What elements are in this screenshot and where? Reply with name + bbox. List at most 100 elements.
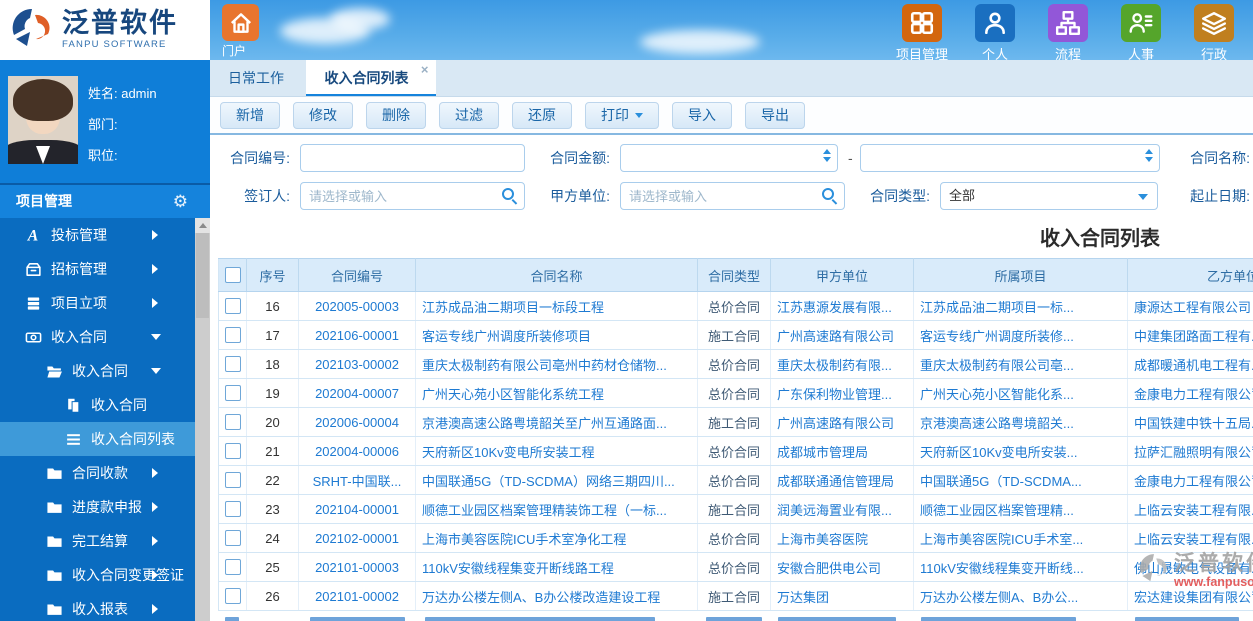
row-checkbox[interactable] <box>224 414 241 431</box>
cell-name[interactable]: 客运专线广州调度所装修项目 <box>415 320 698 350</box>
sidebar-item-10-收入合同变更签证[interactable]: 收入合同变更签证 <box>0 558 210 592</box>
cell-project[interactable]: 上海市美容医院ICU手术室... <box>913 523 1128 553</box>
sidebar-item-9-完工结算[interactable]: 完工结算 <box>0 524 210 558</box>
cell-project[interactable]: 江苏成品油二期项目一标... <box>913 291 1128 321</box>
gear-icon[interactable] <box>173 185 188 218</box>
cell-party_b[interactable]: 中国铁建中铁十五局... <box>1127 407 1253 437</box>
toolbar-import-button[interactable]: 导入 <box>672 101 732 129</box>
cell-project[interactable]: 万达办公楼左侧A、B办公... <box>913 581 1128 611</box>
cell-party_a[interactable]: 江苏惠源发展有限... <box>770 291 914 321</box>
cell-project[interactable]: 客运专线广州调度所装修... <box>913 320 1128 350</box>
cell-name[interactable]: 天府新区10Kv变电所安装工程 <box>415 436 698 466</box>
toolbar-new-button[interactable]: 新增 <box>220 101 280 129</box>
sidebar-item-7-合同收款[interactable]: 合同收款 <box>0 456 210 490</box>
cell-party_a[interactable]: 上海市美容医院 <box>770 523 914 553</box>
select-all-checkbox[interactable] <box>224 267 241 284</box>
cell-party_b[interactable]: 金康电力工程有限公司 <box>1127 378 1253 408</box>
nav-item-hr[interactable]: 人事 <box>1112 4 1170 63</box>
cell-party_b[interactable]: 宏达建设集团有限公司 <box>1127 581 1253 611</box>
toolbar-filter-button[interactable]: 过滤 <box>439 101 499 129</box>
number-spinner-icon[interactable] <box>823 149 831 162</box>
cell-project[interactable]: 110kV安徽线程集变开断线... <box>913 552 1128 582</box>
cell-party_a[interactable]: 万达集团 <box>770 581 914 611</box>
cell-name[interactable]: 江苏成品油二期项目一标段工程 <box>415 291 698 321</box>
cell-party_b[interactable]: 上临云安装工程有限... <box>1127 523 1253 553</box>
cell-party_b[interactable]: 上临云安装工程有限... <box>1127 494 1253 524</box>
cell-project[interactable]: 顺德工业园区档案管理精... <box>913 494 1128 524</box>
row-checkbox[interactable] <box>224 530 241 547</box>
sidebar-item-6-收入合同列表[interactable]: 收入合同列表 <box>0 422 210 456</box>
cell-code[interactable]: 202102-00001 <box>298 523 416 553</box>
scroll-up-arrow-icon[interactable] <box>195 218 210 233</box>
scrollbar-thumb[interactable] <box>196 233 209 318</box>
search-icon[interactable] <box>822 188 837 203</box>
search-icon[interactable] <box>502 188 517 203</box>
tab-daily-work[interactable]: 日常工作 <box>210 60 302 96</box>
cell-code[interactable]: 202004-00006 <box>298 436 416 466</box>
amount-to-input[interactable] <box>860 144 1160 172</box>
cell-party_b[interactable]: 金康电力工程有限公司 <box>1127 465 1253 495</box>
sidebar-item-11-收入报表[interactable]: 收入报表 <box>0 592 210 621</box>
cell-name[interactable]: 广州天心苑小区智能化系统工程 <box>415 378 698 408</box>
sidebar-item-3-收入合同[interactable]: 收入合同 <box>0 320 210 354</box>
row-checkbox[interactable] <box>224 298 241 315</box>
cell-party_a[interactable]: 成都城市管理局 <box>770 436 914 466</box>
toolbar-delete-button[interactable]: 删除 <box>366 101 426 129</box>
cell-code[interactable]: SRHT-中国联... <box>298 465 416 495</box>
cell-party_b[interactable]: 中建集团路面工程有... <box>1127 320 1253 350</box>
cell-party_a[interactable]: 成都联通通信管理局 <box>770 465 914 495</box>
row-checkbox[interactable] <box>224 501 241 518</box>
nav-item-process[interactable]: 流程 <box>1039 4 1097 63</box>
cell-party_b[interactable]: 成都暖通机电工程有... <box>1127 349 1253 379</box>
sidebar-item-2-项目立项[interactable]: 项目立项 <box>0 286 210 320</box>
row-checkbox[interactable] <box>224 559 241 576</box>
tab-income-contract-list[interactable]: 收入合同列表 <box>306 60 437 96</box>
toolbar-export-button[interactable]: 导出 <box>745 101 805 129</box>
cell-party_b[interactable]: 拉萨汇融照明有限公司 <box>1127 436 1253 466</box>
sidebar-item-1-招标管理[interactable]: 招标管理 <box>0 252 210 286</box>
close-icon[interactable] <box>421 63 429 76</box>
cell-code[interactable]: 202004-00007 <box>298 378 416 408</box>
cell-code[interactable]: 202103-00002 <box>298 349 416 379</box>
cell-project[interactable]: 京港澳高速公路粤境韶关... <box>913 407 1128 437</box>
nav-item-project-management[interactable]: 项目管理 <box>893 4 951 63</box>
cell-code[interactable]: 202005-00003 <box>298 291 416 321</box>
row-checkbox[interactable] <box>224 472 241 489</box>
nav-item-admin[interactable]: 行政 <box>1185 4 1243 63</box>
sidebar-scrollbar[interactable] <box>195 218 210 621</box>
cell-name[interactable]: 万达办公楼左侧A、B办公楼改造建设工程 <box>415 581 698 611</box>
row-checkbox[interactable] <box>224 588 241 605</box>
cell-project[interactable]: 广州天心苑小区智能化系... <box>913 378 1128 408</box>
cell-party_a[interactable]: 广州高速路有限公司 <box>770 407 914 437</box>
cell-code[interactable]: 202104-00001 <box>298 494 416 524</box>
cell-project[interactable]: 重庆太极制药有限公司亳... <box>913 349 1128 379</box>
cell-project[interactable]: 中国联通5G（TD-SCDMA... <box>913 465 1128 495</box>
cell-code[interactable]: 202101-00002 <box>298 581 416 611</box>
nav-item-personal[interactable]: 个人 <box>966 4 1024 63</box>
sidebar-item-4-收入合同[interactable]: 收入合同 <box>0 354 210 388</box>
cell-code[interactable]: 202106-00001 <box>298 320 416 350</box>
toolbar-restore-button[interactable]: 还原 <box>512 101 572 129</box>
nav-item-portal[interactable]: 门户 <box>222 4 266 59</box>
cell-party_b[interactable]: 佛山晟敏电气设备有... <box>1127 552 1253 582</box>
cell-name[interactable]: 110kV安徽线程集变开断线路工程 <box>415 552 698 582</box>
number-spinner-icon[interactable] <box>1145 149 1153 162</box>
cell-code[interactable]: 202006-00004 <box>298 407 416 437</box>
sidebar-item-8-进度款申报[interactable]: 进度款申报 <box>0 490 210 524</box>
cell-party_a[interactable]: 安徽合肥供电公司 <box>770 552 914 582</box>
cell-name[interactable]: 中国联通5G（TD-SCDMA）网络三期四川... <box>415 465 698 495</box>
row-checkbox[interactable] <box>224 356 241 373</box>
contract-no-input[interactable] <box>300 144 525 172</box>
party-a-input[interactable] <box>620 182 845 210</box>
cell-name[interactable]: 重庆太极制药有限公司亳州中药材仓储物... <box>415 349 698 379</box>
sidebar-item-0-投标管理[interactable]: A 投标管理 <box>0 218 210 252</box>
sidebar-item-5-收入合同[interactable]: 收入合同 <box>0 388 210 422</box>
cell-name[interactable]: 京港澳高速公路粤境韶关至广州互通路面... <box>415 407 698 437</box>
row-checkbox[interactable] <box>224 443 241 460</box>
cell-name[interactable]: 上海市美容医院ICU手术室净化工程 <box>415 523 698 553</box>
toolbar-edit-button[interactable]: 修改 <box>293 101 353 129</box>
signer-input[interactable] <box>300 182 525 210</box>
row-checkbox[interactable] <box>224 385 241 402</box>
cell-project[interactable]: 天府新区10Kv变电所安装... <box>913 436 1128 466</box>
contract-type-select[interactable]: 全部 <box>940 182 1158 210</box>
